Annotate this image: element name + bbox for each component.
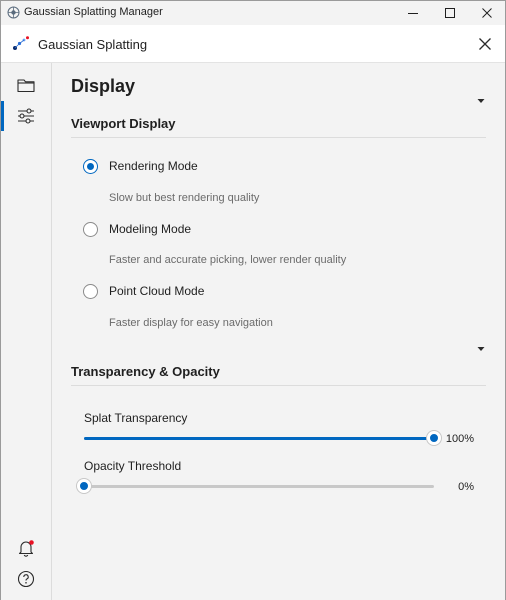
slider-label: Splat Transparency bbox=[84, 411, 188, 425]
slider-value: 100% bbox=[445, 433, 474, 445]
section-title: Transparency & Opacity bbox=[71, 364, 220, 379]
caret-down-icon[interactable] bbox=[476, 344, 486, 354]
folder-icon bbox=[17, 79, 35, 93]
radio-button[interactable] bbox=[83, 159, 98, 174]
side-rail bbox=[1, 63, 52, 600]
title-bar: Gaussian Splatting Manager bbox=[1, 1, 505, 25]
rail-item-help[interactable] bbox=[1, 564, 51, 594]
help-icon bbox=[17, 570, 35, 588]
sliders-icon bbox=[18, 108, 34, 124]
caret-down-icon[interactable] bbox=[476, 96, 486, 106]
rail-item-notifications[interactable] bbox=[1, 533, 51, 563]
slider-fill bbox=[84, 437, 434, 440]
bell-icon bbox=[18, 540, 34, 557]
minimize-button[interactable] bbox=[393, 1, 433, 25]
radio-button[interactable] bbox=[83, 284, 98, 299]
section-header-transparency[interactable]: Transparency & Opacity bbox=[71, 347, 486, 386]
window-title: Gaussian Splatting Manager bbox=[24, 6, 163, 18]
radio-label: Modeling Mode bbox=[109, 222, 192, 236]
window-close-button[interactable] bbox=[467, 1, 506, 25]
radio-button[interactable] bbox=[83, 222, 98, 237]
radio-rendering-mode[interactable]: Rendering Mode bbox=[83, 157, 463, 177]
section-title: Viewport Display bbox=[71, 116, 176, 131]
radio-point-cloud-mode[interactable]: Point Cloud Mode bbox=[83, 282, 463, 302]
page-title: Display bbox=[71, 76, 136, 96]
radio-description: Faster and accurate picking, lower rende… bbox=[109, 254, 347, 266]
panel-header: Gaussian Splatting bbox=[1, 25, 505, 63]
radio-description: Faster display for easy navigation bbox=[109, 317, 273, 329]
panel-title: Gaussian Splatting bbox=[38, 37, 148, 52]
rail-item-files[interactable] bbox=[1, 70, 51, 100]
maximize-button[interactable] bbox=[430, 1, 470, 25]
radio-description: Slow but best rendering quality bbox=[109, 192, 260, 204]
maximize-icon bbox=[445, 8, 455, 18]
active-indicator bbox=[1, 101, 4, 131]
minimize-icon bbox=[408, 13, 418, 14]
slider-thumb[interactable] bbox=[77, 479, 91, 493]
app-logo-icon bbox=[13, 36, 29, 50]
close-icon bbox=[482, 8, 492, 18]
slider-thumb[interactable] bbox=[427, 431, 441, 445]
rail-item-display-settings[interactable] bbox=[1, 101, 51, 131]
app-window: Gaussian Splatting Manager Gaussian Spla… bbox=[0, 0, 506, 600]
app-logo-icon bbox=[7, 6, 20, 19]
slider-value: 0% bbox=[458, 481, 474, 493]
splat-transparency-slider[interactable] bbox=[84, 431, 441, 445]
opacity-threshold-slider[interactable] bbox=[77, 479, 434, 493]
close-icon[interactable] bbox=[477, 36, 493, 52]
slider-label: Opacity Threshold bbox=[84, 459, 182, 473]
section-header-viewport[interactable]: Viewport Display bbox=[71, 99, 486, 138]
radio-label: Rendering Mode bbox=[109, 159, 198, 173]
radio-modeling-mode[interactable]: Modeling Mode bbox=[83, 220, 463, 240]
main-content: Display Viewport Display Rendering Mode … bbox=[52, 63, 505, 600]
radio-label: Point Cloud Mode bbox=[109, 284, 205, 298]
